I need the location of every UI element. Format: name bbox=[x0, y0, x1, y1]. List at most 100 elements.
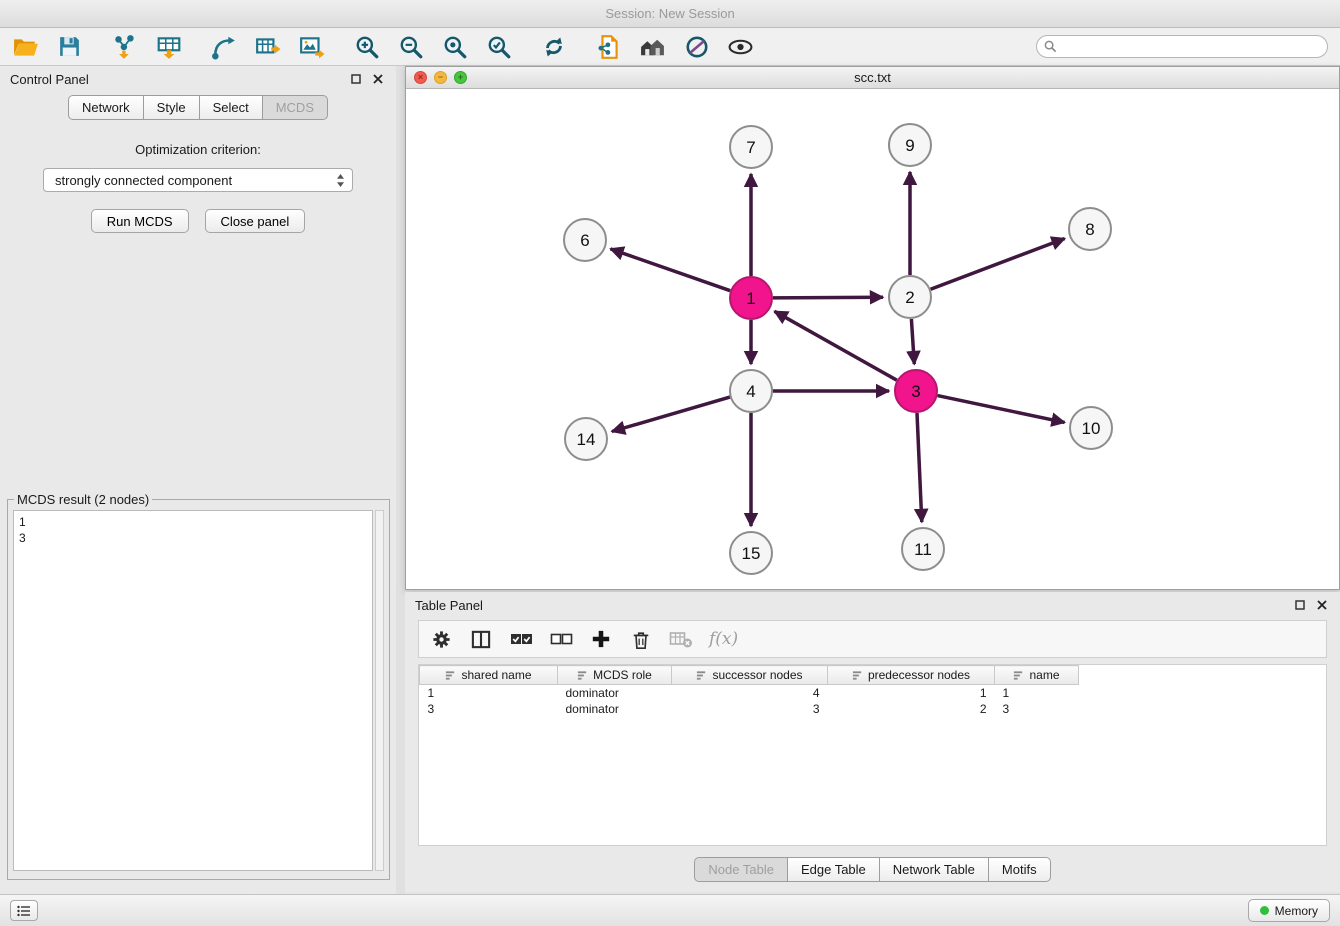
refresh-layout-button[interactable] bbox=[540, 33, 567, 60]
float-table-panel-icon[interactable] bbox=[1292, 597, 1308, 613]
export-image-button[interactable] bbox=[298, 33, 325, 60]
criterion-dropdown[interactable]: strongly connected component bbox=[43, 168, 353, 192]
home-neighbors-button[interactable] bbox=[639, 33, 666, 60]
memory-button[interactable]: Memory bbox=[1248, 899, 1330, 922]
function-builder-button[interactable]: f(x) bbox=[709, 629, 738, 649]
network-node-11[interactable]: 11 bbox=[902, 528, 944, 570]
table-settings-button[interactable] bbox=[429, 627, 453, 651]
apply-style-button[interactable] bbox=[683, 33, 710, 60]
network-node-8[interactable]: 8 bbox=[1069, 208, 1111, 250]
table-cell[interactable]: dominator bbox=[558, 701, 672, 717]
network-node-2[interactable]: 2 bbox=[889, 276, 931, 318]
task-history-button[interactable] bbox=[10, 900, 38, 921]
network-node-1[interactable]: 1 bbox=[730, 277, 772, 319]
save-session-button[interactable] bbox=[56, 33, 83, 60]
tab-select[interactable]: Select bbox=[199, 95, 263, 120]
edge-2-3[interactable] bbox=[911, 319, 914, 364]
network-canvas[interactable]: 7 9 6 8 1 2 4 3 14 10 15 11 bbox=[406, 89, 1339, 589]
network-node-4[interactable]: 4 bbox=[730, 370, 772, 412]
zoom-selected-button[interactable] bbox=[485, 33, 512, 60]
table-cell[interactable]: 3 bbox=[672, 701, 828, 717]
network-node-14[interactable]: 14 bbox=[565, 418, 607, 460]
close-table-panel-icon[interactable] bbox=[1314, 597, 1330, 613]
add-column-button[interactable] bbox=[589, 627, 613, 651]
optimization-criterion-label: Optimization criterion: bbox=[0, 142, 396, 157]
table-cell[interactable]: 1 bbox=[995, 685, 1079, 701]
column-header-name[interactable]: name bbox=[995, 666, 1079, 685]
network-node-7[interactable]: 7 bbox=[730, 126, 772, 168]
close-panel-icon[interactable] bbox=[370, 71, 386, 87]
window-title: Session: New Session bbox=[605, 6, 734, 21]
style-palette-icon bbox=[684, 34, 710, 60]
show-columns-button[interactable] bbox=[469, 627, 493, 651]
maximize-window-icon[interactable]: + bbox=[454, 71, 467, 84]
close-panel-button[interactable]: Close panel bbox=[205, 209, 306, 233]
column-header-shared-name[interactable]: shared name bbox=[420, 666, 558, 685]
tab-mcds[interactable]: MCDS bbox=[262, 95, 328, 120]
network-node-9[interactable]: 9 bbox=[889, 124, 931, 166]
import-table-button[interactable] bbox=[155, 33, 182, 60]
table-cell[interactable]: 4 bbox=[672, 685, 828, 701]
tab-node-table[interactable]: Node Table bbox=[694, 857, 788, 882]
edge-3-10[interactable] bbox=[938, 396, 1065, 423]
column-header-successor-nodes[interactable]: successor nodes bbox=[672, 666, 828, 685]
tab-network-table[interactable]: Network Table bbox=[879, 857, 989, 882]
delete-column-button[interactable] bbox=[629, 627, 653, 651]
table-row[interactable]: 3dominator323 bbox=[420, 701, 1079, 717]
tab-style[interactable]: Style bbox=[143, 95, 200, 120]
edge-4-14[interactable] bbox=[612, 397, 730, 431]
vertical-splitter[interactable] bbox=[396, 66, 405, 894]
edge-1-6[interactable] bbox=[611, 249, 731, 291]
tab-motifs[interactable]: Motifs bbox=[988, 857, 1051, 882]
node-table-container: shared name MCDS role successor nodes pr… bbox=[418, 664, 1327, 846]
network-view-window: × − + scc.txt 7 9 6 8 1 2 4 3 14 10 15 11 bbox=[405, 66, 1340, 590]
network-from-selection-button[interactable] bbox=[210, 33, 237, 60]
float-panel-icon[interactable] bbox=[348, 71, 364, 87]
unselect-all-columns-button[interactable] bbox=[549, 627, 573, 651]
table-row[interactable]: 1dominator411 bbox=[420, 685, 1079, 701]
minimize-window-icon[interactable]: − bbox=[434, 71, 447, 84]
export-table-button[interactable] bbox=[254, 33, 281, 60]
edge-3-1[interactable] bbox=[775, 311, 897, 380]
control-panel: Control Panel Network Style Select MCDS … bbox=[0, 66, 396, 894]
column-header-predecessor-nodes[interactable]: predecessor nodes bbox=[828, 666, 995, 685]
zoom-out-button[interactable] bbox=[397, 33, 424, 60]
column-label: shared name bbox=[461, 668, 531, 682]
tab-network[interactable]: Network bbox=[68, 95, 144, 120]
table-cell[interactable]: 3 bbox=[420, 701, 558, 717]
zoom-in-button[interactable] bbox=[353, 33, 380, 60]
select-all-columns-button[interactable] bbox=[509, 627, 533, 651]
mcds-result-text: 1 3 bbox=[13, 510, 373, 871]
table-cell[interactable]: dominator bbox=[558, 685, 672, 701]
show-hide-button[interactable] bbox=[727, 33, 754, 60]
mcds-result-group: MCDS result (2 nodes) 1 3 bbox=[7, 492, 390, 880]
tab-edge-table[interactable]: Edge Table bbox=[787, 857, 880, 882]
network-node-3[interactable]: 3 bbox=[895, 370, 937, 412]
table-panel: Table Panel bbox=[405, 592, 1340, 892]
table-cell[interactable]: 2 bbox=[828, 701, 995, 717]
network-node-6[interactable]: 6 bbox=[564, 219, 606, 261]
network-node-10[interactable]: 10 bbox=[1070, 407, 1112, 449]
edge-3-11[interactable] bbox=[917, 413, 922, 522]
result-scrollbar[interactable] bbox=[375, 510, 384, 871]
window-titlebar: Session: New Session bbox=[0, 0, 1340, 28]
network-node-15[interactable]: 15 bbox=[730, 532, 772, 574]
column-header-mcds-role[interactable]: MCDS role bbox=[558, 666, 672, 685]
delete-table-button[interactable] bbox=[669, 627, 693, 651]
edge-2-8[interactable] bbox=[931, 239, 1065, 290]
trash-icon bbox=[631, 629, 651, 650]
zoom-fit-button[interactable] bbox=[441, 33, 468, 60]
close-window-icon[interactable]: × bbox=[414, 71, 427, 84]
search-input[interactable] bbox=[1036, 35, 1328, 58]
network-window-title: scc.txt bbox=[854, 70, 891, 85]
unchecked-boxes-icon bbox=[550, 630, 573, 648]
table-cell[interactable]: 1 bbox=[420, 685, 558, 701]
edge-1-2[interactable] bbox=[773, 297, 883, 298]
import-network-button[interactable] bbox=[111, 33, 138, 60]
run-mcds-button[interactable]: Run MCDS bbox=[91, 209, 189, 233]
table-cell[interactable]: 1 bbox=[828, 685, 995, 701]
export-network-button[interactable] bbox=[595, 33, 622, 60]
open-session-button[interactable] bbox=[12, 33, 39, 60]
home-icon bbox=[639, 34, 666, 60]
table-cell[interactable]: 3 bbox=[995, 701, 1079, 717]
